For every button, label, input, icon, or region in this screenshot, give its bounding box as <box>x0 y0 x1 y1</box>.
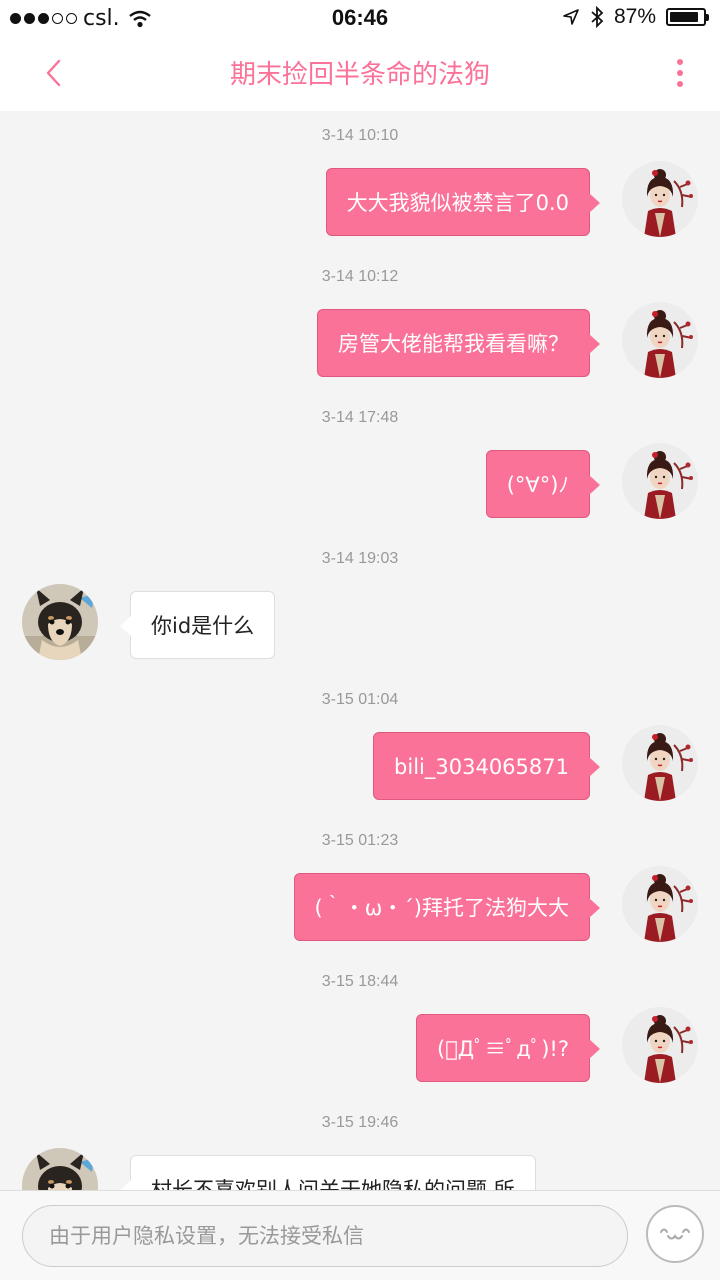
status-bar: csl. 06:46 87% <box>0 0 720 36</box>
back-button[interactable] <box>30 50 76 96</box>
message-timestamp: 3-14 10:10 <box>321 127 399 144</box>
contact-avatar[interactable] <box>22 584 98 660</box>
outgoing-message-bubble[interactable]: 大大我貌似被禁言了0.0 <box>325 168 601 236</box>
my-avatar[interactable] <box>622 443 698 519</box>
outgoing-message-bubble[interactable]: (°∀°)ﾉ <box>485 450 601 518</box>
conversation-title: 期末捡回半条命的法狗 <box>229 60 490 90</box>
outgoing-message-bubble[interactable]: 房管大佬能帮我看看嘛？ <box>317 309 600 377</box>
status-bar-right: 87% <box>562 5 709 29</box>
my-avatar[interactable] <box>622 725 698 801</box>
battery-icon <box>666 8 709 26</box>
more-options-button[interactable] <box>660 50 700 96</box>
outgoing-message-bubble[interactable]: bili_3034065871 <box>373 732 600 800</box>
message-input-bar: 由于用户隐私设置，无法接受私信 <box>0 1190 720 1280</box>
incoming-message-bubble[interactable]: 你id是什么 <box>119 591 276 659</box>
message-row: 3-15 01:04 bili_3034065871 <box>0 675 720 816</box>
message-row: 3-14 10:10 大大我貌似被禁言了0.0 <box>0 111 720 252</box>
emoji-button[interactable] <box>646 1205 704 1263</box>
message-row: 3-15 18:44 (ﾟДﾟ≡ﾟдﾟ)!? <box>0 957 720 1098</box>
message-timestamp: 3-15 18:44 <box>321 973 399 990</box>
message-row: 3-14 10:12 房管大佬能帮我看看嘛？ <box>0 252 720 393</box>
battery-percent: 87% <box>613 5 656 28</box>
outgoing-message-bubble[interactable]: (｀・ω・´)拜托了法狗大大 <box>293 873 601 941</box>
message-row: 3-14 17:48 (°∀°)ﾉ <box>0 393 720 534</box>
my-avatar[interactable] <box>622 302 698 378</box>
battery-level <box>670 12 698 22</box>
location-arrow-icon <box>563 9 579 25</box>
outgoing-message-bubble[interactable]: (ﾟДﾟ≡ﾟдﾟ)!? <box>416 1014 600 1082</box>
chat-thread[interactable]: 3-14 10:10 大大我貌似被禁言了0.0 3-14 10:12 房管大佬能… <box>0 111 720 1190</box>
message-row: 3-14 19:03 你id是什么 <box>0 534 720 675</box>
message-timestamp: 3-14 19:03 <box>321 550 399 567</box>
message-timestamp: 3-15 01:23 <box>321 832 399 849</box>
my-avatar[interactable] <box>622 161 698 237</box>
message-timestamp: 3-15 19:46 <box>321 1114 399 1131</box>
message-timestamp: 3-15 01:04 <box>321 691 399 708</box>
emoji-face-icon <box>660 1228 690 1240</box>
back-chevron-icon <box>46 59 61 87</box>
contact-avatar[interactable] <box>22 1148 98 1190</box>
nav-bar: 期末捡回半条命的法狗 <box>0 36 720 111</box>
my-avatar[interactable] <box>622 1007 698 1083</box>
message-row: 3-15 19:46 村长不喜欢别人问关于她隐私的问题 所 <box>0 1098 720 1190</box>
message-timestamp: 3-14 10:12 <box>321 268 399 285</box>
more-vertical-icon <box>677 59 683 87</box>
message-input[interactable]: 由于用户隐私设置，无法接受私信 <box>22 1205 628 1267</box>
incoming-message-bubble[interactable]: 村长不喜欢别人问关于她隐私的问题 所 <box>120 1155 536 1190</box>
message-timestamp: 3-14 17:48 <box>321 409 399 426</box>
bluetooth-icon <box>591 6 604 28</box>
my-avatar[interactable] <box>622 866 698 942</box>
message-row: 3-15 01:23 (｀・ω・´)拜托了法狗大大 <box>0 816 720 957</box>
